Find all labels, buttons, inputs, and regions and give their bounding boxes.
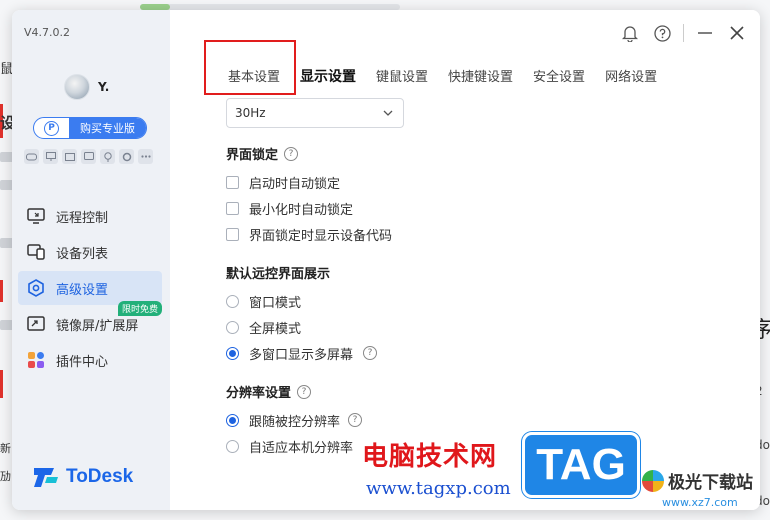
checkbox-option-lock-on-start[interactable]: 启动时自动锁定 xyxy=(226,169,726,195)
checkbox[interactable] xyxy=(226,175,239,189)
option-label: 界面锁定时显示设备代码 xyxy=(249,228,393,244)
watermark-title: 电脑技术网 xyxy=(362,442,498,472)
free-badge: 限时免费 xyxy=(117,301,162,316)
bulb-icon[interactable] xyxy=(100,149,115,164)
settings-content: 30Hz 界面锁定 ? 启动时自动锁定 最小化时自动锁定 界面锁定时显示设备代码… xyxy=(226,98,726,459)
radio-button[interactable] xyxy=(226,294,239,308)
help-icon[interactable]: ? xyxy=(348,413,363,427)
brand-name: ToDesk xyxy=(66,466,134,487)
section-title-text: 默认远控界面展示 xyxy=(226,267,331,282)
sidebar-item-label: 高级设置 xyxy=(56,282,109,298)
sidebar-item-label: 镜像屏/扩展屏 xyxy=(56,318,139,334)
tab-network-settings[interactable]: 网络设置 xyxy=(605,66,657,86)
close-icon[interactable] xyxy=(724,22,750,44)
radio-option-fullscreen-mode[interactable]: 全屏模式 xyxy=(226,314,726,340)
fps-select-value: 30Hz xyxy=(235,106,266,120)
sidebar-item-label: 设备列表 xyxy=(56,246,109,262)
radio-button-selected[interactable] xyxy=(226,346,239,360)
sidebar-item-plugin-center[interactable]: 插件中心 xyxy=(18,343,162,377)
background-red-marker xyxy=(0,370,3,398)
option-label: 全屏模式 xyxy=(249,321,302,337)
watermark-url: www.tagxp.com xyxy=(366,478,511,499)
checkbox-option-lock-on-minimize[interactable]: 最小化时自动锁定 xyxy=(226,195,726,221)
sidebar-item-mirror-screen[interactable]: 镜像屏/扩展屏 限时免费 xyxy=(18,301,162,341)
radio-option-follow-remote-resolution[interactable]: 跟随被控分辨率 ? xyxy=(226,407,726,433)
advanced-settings-icon xyxy=(26,278,46,298)
watermark-site: 极光下载站 xyxy=(642,468,753,493)
chevron-down-icon xyxy=(383,110,393,116)
option-label: 窗口模式 xyxy=(249,295,302,311)
checkbox[interactable] xyxy=(226,201,239,215)
monitor-icon[interactable] xyxy=(43,149,58,164)
sidebar-item-device-list[interactable]: 设备列表 xyxy=(18,235,162,269)
option-label: 启动时自动锁定 xyxy=(249,176,341,192)
sidebar-nav: 远程控制 设备列表 高级设置 镜像屏/扩展屏 限时免费 插件中心 xyxy=(18,199,162,379)
help-icon[interactable]: ? xyxy=(284,146,299,161)
option-label: 自适应本机分辨率 xyxy=(249,440,354,456)
pro-icon: P xyxy=(44,120,59,136)
minimize-icon[interactable] xyxy=(692,22,718,44)
watermark-site-name: 极光下载站 xyxy=(668,473,753,493)
buy-pro-button[interactable]: P 购买专业版 xyxy=(33,117,147,139)
section-title-lock: 界面锁定 ? xyxy=(226,144,726,163)
mirror-screen-icon xyxy=(26,314,46,334)
remote-control-icon xyxy=(26,206,46,226)
help-icon[interactable]: ? xyxy=(363,346,378,360)
sidebar-item-remote-control[interactable]: 远程控制 xyxy=(18,199,162,233)
tab-keyboard-mouse-settings[interactable]: 键鼠设置 xyxy=(376,66,428,86)
user-profile[interactable]: Y. xyxy=(64,74,109,100)
quick-icons xyxy=(24,149,153,164)
section-title-text: 界面锁定 xyxy=(226,148,279,163)
sidebar-item-label: 插件中心 xyxy=(56,354,109,370)
checkbox[interactable] xyxy=(226,227,239,241)
plugin-center-icon xyxy=(26,350,46,370)
section-title-default-view: 默认远控界面展示 xyxy=(226,263,726,282)
brand-logo: ToDesk xyxy=(34,466,133,488)
gamepad-icon[interactable] xyxy=(24,149,39,164)
radio-button[interactable] xyxy=(226,320,239,334)
settings-tabs: 基本设置 显示设置 键鼠设置 快捷键设置 安全设置 网络设置 xyxy=(228,66,677,86)
watermark-site-url: www.xz7.com xyxy=(662,496,738,509)
fps-select[interactable]: 30Hz xyxy=(226,98,404,128)
sidebar: V4.7.0.2 Y. P 购买专业版 远程控制 设备列表 高级设置 镜像屏/扩… xyxy=(12,10,170,510)
site-logo-icon xyxy=(642,469,664,492)
todesk-logo-icon xyxy=(34,468,58,487)
tab-shortcut-settings[interactable]: 快捷键设置 xyxy=(448,66,513,86)
screen-icon[interactable] xyxy=(81,149,96,164)
card-icon[interactable] xyxy=(62,149,77,164)
background-text: 劢 xyxy=(0,470,11,483)
checkbox-option-show-device-code[interactable]: 界面锁定时显示设备代码 xyxy=(226,221,726,247)
watermark-tag-logo: TAG xyxy=(522,432,640,498)
more-icon[interactable] xyxy=(138,149,153,164)
sidebar-item-advanced-settings[interactable]: 高级设置 xyxy=(18,271,162,305)
toolbar-divider xyxy=(683,24,684,42)
avatar[interactable] xyxy=(64,74,90,100)
version-label: V4.7.0.2 xyxy=(24,26,71,39)
option-label: 多窗口显示多屏幕 xyxy=(249,347,354,363)
bell-icon[interactable] xyxy=(617,22,643,44)
radio-button-selected[interactable] xyxy=(226,413,239,427)
radio-option-multi-window[interactable]: 多窗口显示多屏幕 ? xyxy=(226,340,726,366)
section-title-resolution: 分辨率设置 ? xyxy=(226,382,726,401)
background-red-marker xyxy=(0,280,3,302)
gear-icon[interactable] xyxy=(119,149,134,164)
help-icon[interactable] xyxy=(649,22,675,44)
device-list-icon xyxy=(26,242,46,262)
window-controls xyxy=(611,22,760,44)
sidebar-item-label: 远程控制 xyxy=(56,210,109,226)
radio-button[interactable] xyxy=(226,439,239,453)
watermark: 电脑技术网 www.tagxp.com TAG 极光下载站 www.xz7.co… xyxy=(362,432,770,520)
option-label: 最小化时自动锁定 xyxy=(249,202,354,218)
help-icon[interactable]: ? xyxy=(297,384,312,399)
buy-pro-label: 购买专业版 xyxy=(69,118,146,138)
background-text: 新 xyxy=(0,442,11,455)
option-label: 跟随被控分辨率 xyxy=(249,414,341,430)
username: Y. xyxy=(98,80,110,94)
tab-display-settings[interactable]: 显示设置 xyxy=(300,66,356,86)
radio-option-window-mode[interactable]: 窗口模式 xyxy=(226,288,726,314)
tab-security-settings[interactable]: 安全设置 xyxy=(533,66,585,86)
tab-basic-settings[interactable]: 基本设置 xyxy=(228,66,280,86)
section-title-text: 分辨率设置 xyxy=(226,386,292,401)
